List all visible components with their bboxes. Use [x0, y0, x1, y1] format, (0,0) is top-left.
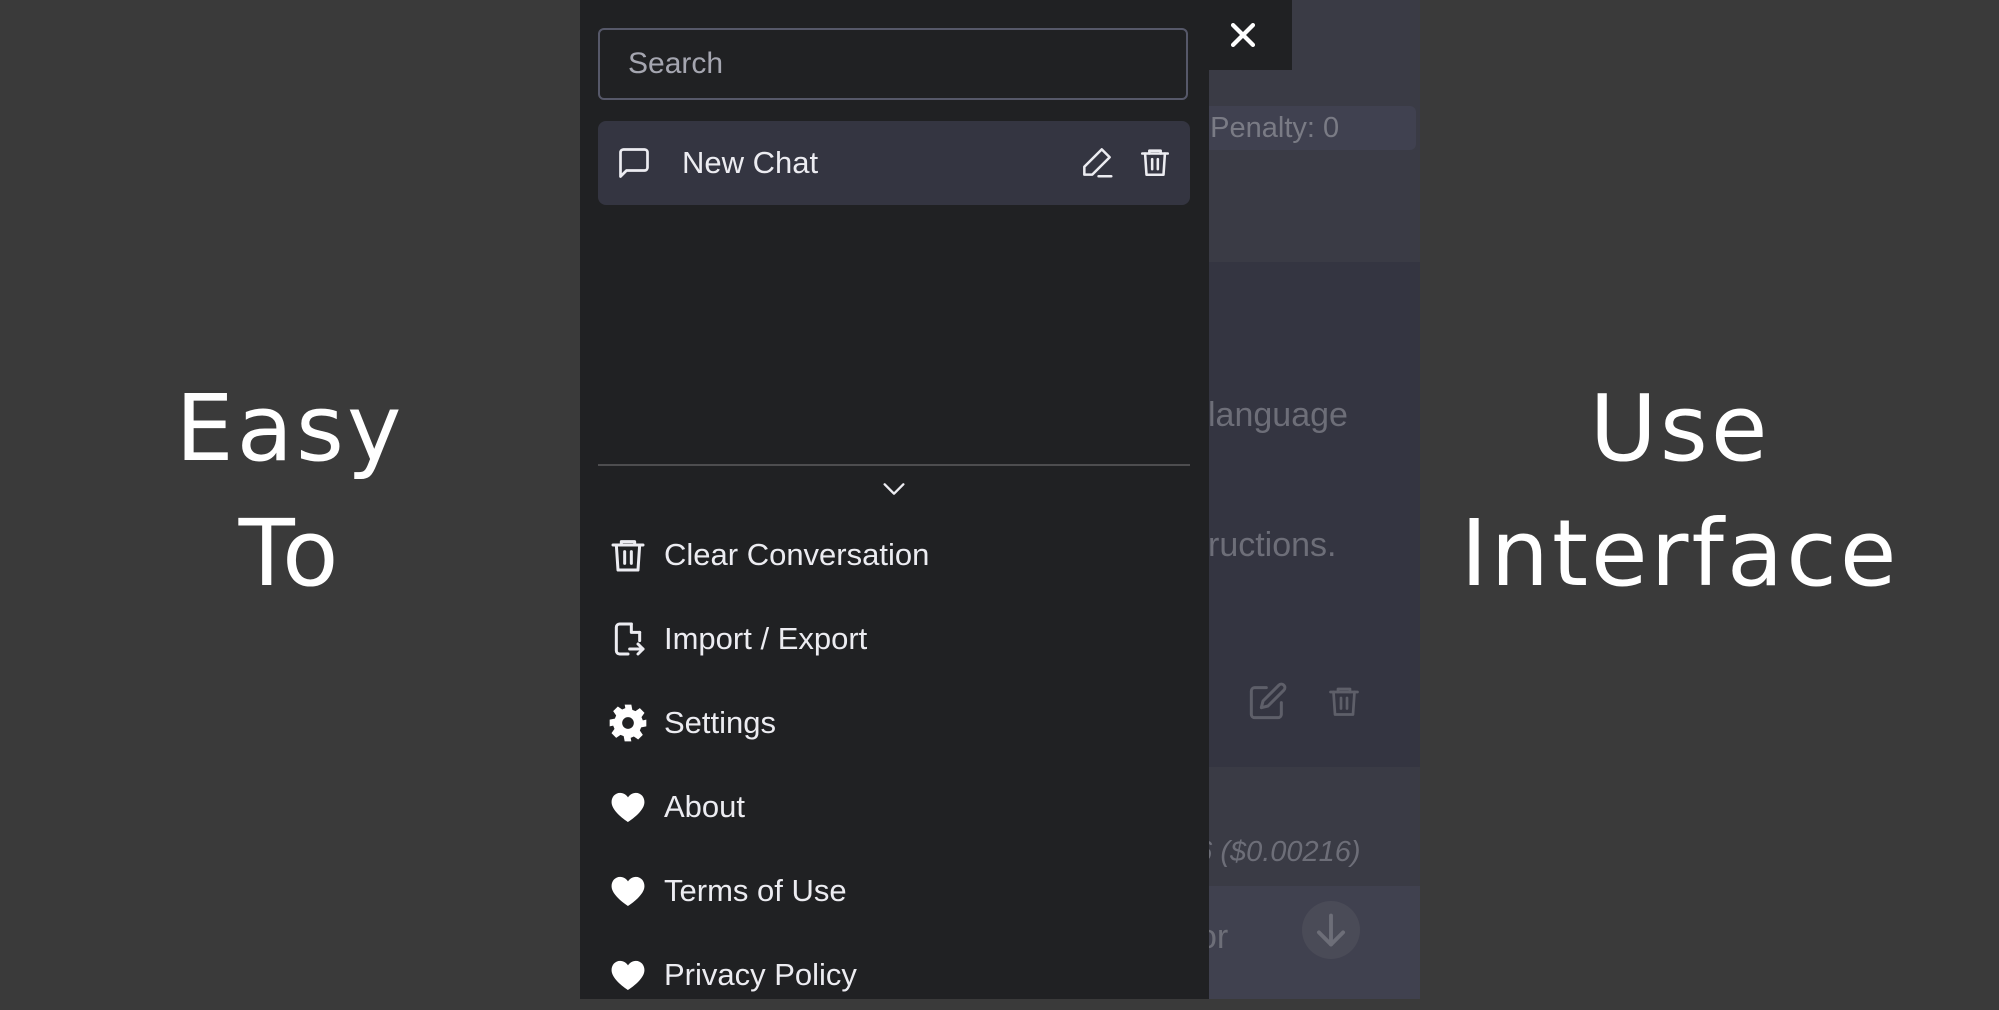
menu-item-settings[interactable]: Settings: [598, 688, 1190, 758]
close-icon: [1230, 22, 1255, 48]
message-text-line2: ructions.: [1208, 526, 1337, 564]
menu-item-label: About: [664, 789, 746, 824]
chevron-down-icon[interactable]: [880, 478, 908, 500]
scroll-down-button[interactable]: [1302, 901, 1360, 959]
file-export-icon: [614, 622, 645, 656]
promo-left-line2: To: [238, 500, 342, 607]
menu-item-terms-of-use[interactable]: Terms of Use: [598, 856, 1190, 926]
promo-text-right: Use Interface: [1420, 366, 1940, 616]
heart-icon: [611, 876, 645, 906]
menu-item-label: Import / Export: [664, 621, 868, 656]
menu-item-label: Privacy Policy: [664, 957, 857, 992]
menu-item-label: Terms of Use: [664, 873, 847, 908]
message-text-line1: language: [1208, 396, 1348, 434]
message-delete-icon[interactable]: [1326, 681, 1362, 721]
message-edit-icon[interactable]: [1248, 681, 1288, 721]
sidebar: New Chat Clear Conversation Import / Exp…: [580, 0, 1209, 999]
promo-left-line1: Easy: [175, 375, 405, 482]
chat-item-new-chat[interactable]: New Chat: [598, 121, 1190, 205]
arrow-down-icon: [1316, 913, 1346, 947]
heart-icon: [611, 792, 645, 822]
menu-item-about[interactable]: About: [598, 772, 1190, 842]
pencil-icon[interactable]: [1078, 143, 1116, 181]
menu-item-clear-conversation[interactable]: Clear Conversation: [598, 520, 1190, 590]
menu-item-label: Clear Conversation: [664, 537, 930, 572]
gear-icon: [609, 704, 647, 742]
trash-icon: [611, 540, 645, 572]
menu-item-privacy-policy[interactable]: Privacy Policy: [598, 940, 1190, 1010]
heart-icon: [611, 960, 645, 990]
menu-item-import-export[interactable]: Import / Export: [598, 604, 1190, 674]
search-input[interactable]: [598, 28, 1188, 100]
sidebar-divider: [598, 464, 1190, 466]
menu-item-label: Settings: [664, 705, 777, 740]
trash-icon[interactable]: [1138, 143, 1172, 181]
promo-text-left: Easy To: [0, 366, 580, 616]
chat-bubble-icon: [619, 148, 649, 178]
chat-item-label: New Chat: [682, 145, 819, 180]
promo-right-line1: Use: [1589, 375, 1771, 482]
promo-right-line2: Interface: [1460, 500, 1900, 607]
penalty-badge: e Penalty: 0: [1180, 106, 1416, 150]
